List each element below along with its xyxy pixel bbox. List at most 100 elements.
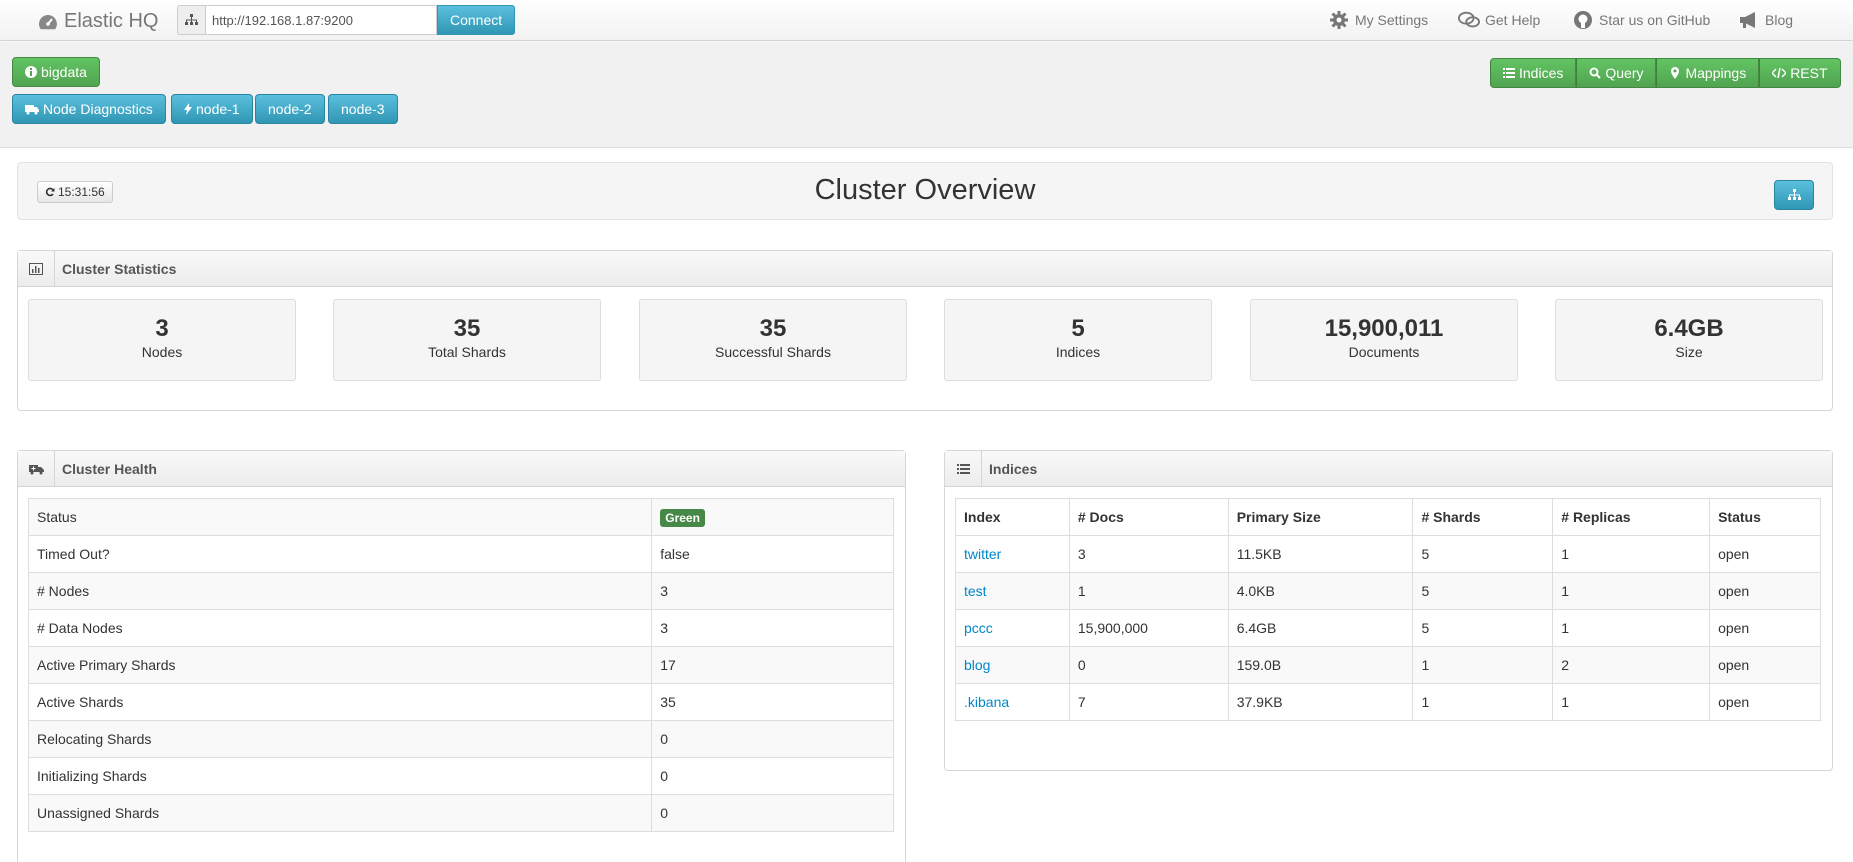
connect-group: Connect [177,5,516,35]
node-button-1[interactable]: node-1 [171,94,253,124]
health-label: Active Shards [27,683,653,721]
status-cell: open [1709,646,1821,684]
query-button[interactable]: Query [1576,58,1657,88]
health-label: # Data Nodes [27,609,653,647]
search-icon [1589,67,1602,79]
gear-icon [1330,11,1348,29]
health-value: 3 [651,572,894,610]
table-row: Initializing Shards 0 [27,757,894,795]
brand[interactable]: Elastic HQ [38,10,158,33]
stat-value: 35 [759,315,787,342]
node-diagnostics-label: Node Diagnostics [43,101,153,117]
sitemap-icon [1787,189,1801,200]
cluster-statistics-panel: Cluster Statistics 3 Nodes 35 Total Shar… [17,250,1833,411]
shards-cell: 5 [1412,535,1554,573]
docs-cell: 7 [1068,683,1229,721]
blog-label: Blog [1765,12,1794,28]
stat-size: 6.4GB Size [1555,299,1823,381]
table-row: twitter 3 11.5KB 5 1 open [955,535,1821,573]
shards-cell: 5 [1412,572,1554,610]
connect-button[interactable]: Connect [437,5,516,35]
stat-value: 3 [155,315,169,342]
node-button-3[interactable]: node-3 [328,94,398,124]
column-header[interactable]: # Docs [1068,498,1229,536]
node-button-2[interactable]: node-2 [255,94,325,124]
table-row: blog 0 159.0B 1 2 open [955,646,1821,684]
index-link[interactable]: test [964,583,987,599]
size-cell: 11.5KB [1227,535,1414,573]
github-link[interactable]: Star us on GitHub [1572,10,1710,30]
brand-label: Elastic HQ [64,10,159,32]
indices-button-label: Indices [1519,65,1564,81]
stat-label: Successful Shards [715,344,831,360]
size-cell: 37.9KB [1227,683,1414,721]
stat-documents: 15,900,011 Documents [1250,299,1518,381]
column-header[interactable]: # Replicas [1552,498,1711,536]
page-title: Cluster Overview [814,174,1036,206]
shards-cell: 5 [1412,609,1554,647]
health-label: Initializing Shards [27,757,653,795]
mappings-button[interactable]: Mappings [1656,58,1760,88]
health-label: Timed Out? [27,535,653,573]
cluster-topology-button[interactable] [1774,180,1814,210]
docs-cell: 15,900,000 [1068,609,1229,647]
table-row: test 1 4.0KB 5 1 open [955,572,1821,610]
health-label: Unassigned Shards [27,794,653,832]
cluster-statistics-header: Cluster Statistics [18,250,1832,287]
main-nav-group: Indices Query Mappings REST [1490,58,1841,88]
column-header[interactable]: Status [1709,498,1821,536]
index-link[interactable]: pccc [964,620,993,636]
table-row: Active Primary Shards 17 [27,646,894,684]
column-header[interactable]: Index [955,498,1070,536]
stat-label: Size [1675,344,1703,360]
replicas-cell: 2 [1552,646,1711,684]
stat-label: Indices [1055,344,1101,360]
ambulance-icon [25,105,39,115]
status-badge: Green [660,509,705,527]
table-row: Timed Out? false [27,535,894,573]
map-marker-icon [1671,67,1680,79]
get-help-label: Get Help [1485,12,1541,28]
list-icon [945,450,982,487]
stat-value: 5 [1071,315,1085,342]
stat-indices: 5 Indices [944,299,1212,381]
my-settings-link[interactable]: My Settings [1328,10,1428,30]
health-value: 0 [651,794,894,832]
health-value: 35 [651,683,894,721]
replicas-cell: 1 [1552,535,1711,573]
health-value: Green [651,498,894,536]
status-cell: open [1709,572,1821,610]
ambulance-icon [18,450,55,487]
get-help-link[interactable]: Get Help [1458,10,1540,30]
index-link[interactable]: blog [964,657,990,673]
indices-title: Indices [989,460,1038,477]
indices-button[interactable]: Indices [1490,58,1577,88]
column-header[interactable]: # Shards [1412,498,1554,536]
replicas-cell: 1 [1552,572,1711,610]
cluster-url-input[interactable] [205,5,437,35]
index-cell: .kibana [955,683,1070,721]
cluster-health-header: Cluster Health [18,450,905,487]
rest-button[interactable]: REST [1759,58,1841,88]
health-value: 0 [651,720,894,758]
node-label-3: node-3 [341,101,385,117]
shards-cell: 1 [1412,646,1554,684]
node-diagnostics-button[interactable]: Node Diagnostics [12,94,166,124]
blog-link[interactable]: Blog [1738,10,1793,30]
cluster-name-button[interactable]: bigdata [12,57,100,87]
github-icon [1574,11,1592,29]
node-label-1: node-1 [196,101,240,117]
stat-value: 35 [453,315,481,342]
index-cell: pccc [955,609,1070,647]
status-cell: open [1709,609,1821,647]
stat-total-shards: 35 Total Shards [333,299,601,381]
column-header[interactable]: Primary Size [1227,498,1414,536]
stat-successful-shards: 35 Successful Shards [639,299,907,381]
index-cell: twitter [955,535,1070,573]
index-link[interactable]: .kibana [964,694,1009,710]
stat-label: Nodes [141,344,183,360]
index-link[interactable]: twitter [964,546,1001,562]
dashboard-icon [39,14,57,29]
comments-icon [1458,11,1480,28]
my-settings-label: My Settings [1355,12,1429,28]
